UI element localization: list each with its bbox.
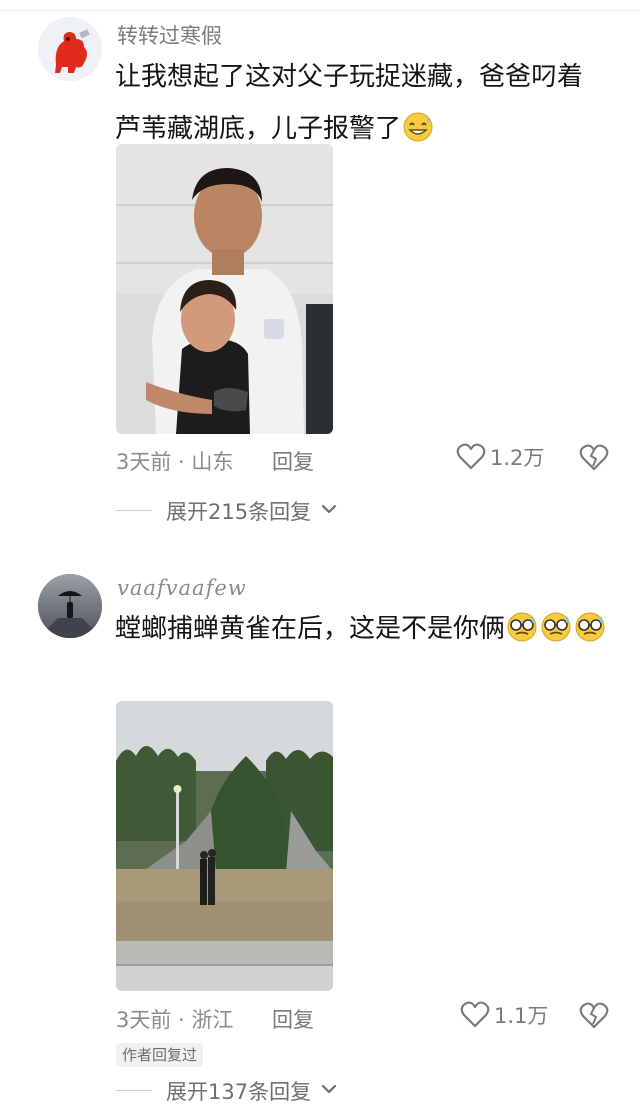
dislike-button[interactable] [579, 1002, 609, 1035]
grinning-sweat-emoji-icon [401, 108, 435, 142]
nerd-sweat-emoji-icon [539, 608, 573, 642]
comment-text: 螳螂捕蝉黄雀在后，这是不是你俩 [115, 603, 607, 655]
broken-heart-icon [579, 444, 609, 471]
reply-button[interactable]: 回复 [272, 446, 314, 476]
comment-text: 让我想起了这对父子玩捉迷藏，爸爸叼着芦苇藏湖底，儿子报警了 [115, 62, 584, 144]
username[interactable]: vaafvaafew [117, 576, 247, 600]
username[interactable]: 转转过寒假 [117, 20, 222, 50]
nerd-sweat-emoji-icon [505, 608, 539, 642]
expand-replies-button[interactable]: 展开137条回复 [116, 1074, 456, 1106]
comment-photo[interactable] [116, 144, 333, 434]
avatar[interactable] [38, 17, 102, 81]
like-button[interactable]: 1.1万 [460, 1000, 548, 1030]
top-divider [0, 10, 640, 11]
comment-time-location: 3天前 · 浙江 [116, 1008, 234, 1032]
expand-replies-label: 展开137条回复 [166, 1080, 312, 1104]
avatar[interactable] [38, 574, 102, 638]
expand-replies-button[interactable]: 展开215条回复 [116, 494, 456, 526]
nerd-sweat-emoji-icon [573, 608, 607, 642]
chevron-down-icon [321, 1084, 337, 1094]
chevron-down-icon [321, 504, 337, 514]
like-count: 1.2万 [490, 446, 545, 470]
expand-divider [116, 1090, 152, 1091]
heart-outline-icon [460, 1001, 490, 1028]
expand-divider [116, 510, 152, 511]
expand-replies-label: 展开215条回复 [166, 500, 312, 524]
comment-meta: 3天前 · 浙江 回复 1.1万 [116, 1000, 616, 1040]
comment-meta: 3天前 · 山东 回复 1.2万 [116, 442, 616, 482]
dislike-button[interactable] [579, 444, 609, 477]
reply-button[interactable]: 回复 [272, 1004, 314, 1034]
broken-heart-icon [579, 1002, 609, 1029]
comment-photo[interactable] [116, 701, 333, 991]
heart-outline-icon [456, 443, 486, 470]
like-count: 1.1万 [494, 1004, 549, 1028]
author-replied-badge: 作者回复过 [116, 1043, 204, 1067]
like-button[interactable]: 1.2万 [456, 442, 544, 472]
comment-time-location: 3天前 · 山东 [116, 450, 234, 474]
